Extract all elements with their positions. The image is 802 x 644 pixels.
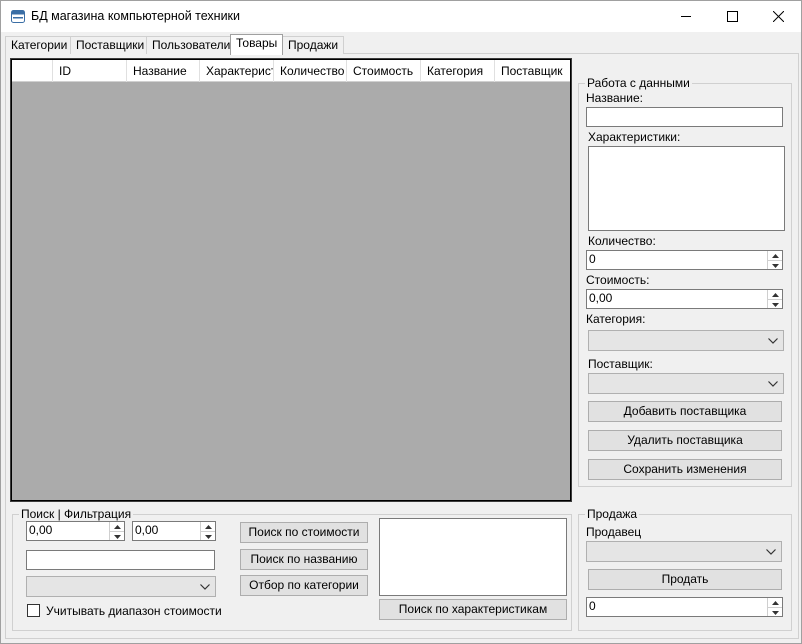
- search-by-characteristics-button[interactable]: Поиск по характеристикам: [379, 599, 567, 620]
- quantity-stepper[interactable]: 0: [586, 250, 783, 270]
- price-to-spin-arrows[interactable]: [200, 522, 215, 540]
- quantity-label: Количество:: [588, 234, 656, 248]
- app-window: БД магазина компьютерной техники Категор…: [0, 0, 802, 644]
- search-characteristics-textarea[interactable]: [379, 518, 567, 596]
- save-changes-button[interactable]: Сохранить изменения: [588, 459, 782, 480]
- use-price-range-checkbox[interactable]: [27, 604, 40, 617]
- arrow-up-icon: [772, 293, 779, 297]
- column-header-supplier[interactable]: Поставщик: [495, 60, 570, 82]
- maximize-icon: [727, 11, 738, 22]
- data-panel-legend: Работа с данными: [587, 76, 690, 90]
- window-title: БД магазина компьютерной техники: [31, 9, 241, 23]
- use-price-range-label: Учитывать диапазон стоимости: [46, 604, 222, 618]
- close-icon: [773, 11, 784, 22]
- price-from-spin-arrows[interactable]: [109, 522, 124, 540]
- remove-supplier-button[interactable]: Удалить поставщика: [588, 430, 782, 451]
- price-to-value: 0,00: [135, 523, 159, 537]
- category-combobox[interactable]: [588, 330, 784, 351]
- chevron-down-icon: [768, 338, 778, 344]
- chevron-down-icon: [200, 584, 210, 590]
- column-header-name[interactable]: Название: [127, 60, 200, 82]
- sale-quantity-stepper[interactable]: 0: [586, 597, 783, 617]
- supplier-combobox[interactable]: [588, 373, 784, 394]
- name-input[interactable]: [586, 107, 783, 127]
- price-label: Стоимость:: [586, 273, 650, 287]
- minimize-icon: [681, 16, 691, 17]
- column-header-price[interactable]: Стоимость: [347, 60, 421, 82]
- arrow-up-icon: [114, 525, 121, 529]
- arrow-down-icon: [772, 264, 779, 268]
- quantity-spin-arrows[interactable]: [767, 251, 782, 269]
- maximize-button[interactable]: [709, 1, 755, 32]
- search-by-name-button[interactable]: Поиск по названию: [240, 549, 368, 570]
- price-from-stepper[interactable]: 0,00: [26, 521, 125, 541]
- tab-products[interactable]: Товары: [230, 34, 284, 55]
- arrow-down-icon: [772, 303, 779, 307]
- row-header-corner: [12, 60, 53, 82]
- chevron-down-icon: [768, 381, 778, 387]
- supplier-label: Поставщик:: [588, 357, 653, 371]
- price-from-value: 0,00: [29, 523, 53, 537]
- category-label: Категория:: [586, 312, 646, 326]
- arrow-down-icon: [772, 611, 779, 615]
- sale-quantity-spin-arrows[interactable]: [767, 598, 782, 616]
- filter-by-category-button[interactable]: Отбор по категории: [240, 575, 368, 596]
- column-header-quantity[interactable]: Количество: [274, 60, 347, 82]
- tab-sales[interactable]: Продажи: [282, 36, 345, 54]
- price-spin-arrows[interactable]: [767, 290, 782, 308]
- price-to-stepper[interactable]: 0,00: [132, 521, 216, 541]
- tab-categories[interactable]: Категории: [5, 36, 74, 54]
- quantity-value: 0: [589, 252, 596, 266]
- seller-combobox[interactable]: [586, 541, 782, 562]
- sale-panel-legend: Продажа: [587, 507, 638, 521]
- arrow-down-icon: [205, 535, 212, 539]
- characteristics-textarea[interactable]: [588, 146, 785, 231]
- sale-quantity-value: 0: [589, 599, 596, 613]
- characteristics-label: Характеристики:: [588, 130, 681, 144]
- app-icon: [11, 10, 25, 23]
- name-label: Название:: [586, 91, 643, 105]
- title-bar: БД магазина компьютерной техники: [1, 1, 801, 32]
- price-value: 0,00: [589, 291, 613, 305]
- sell-button[interactable]: Продать: [588, 569, 782, 590]
- column-header-category[interactable]: Категория: [421, 60, 495, 82]
- minimize-button[interactable]: [663, 1, 709, 32]
- tab-users[interactable]: Пользователи: [146, 36, 237, 54]
- grid-header: ID Название Характерист Количество Стоим…: [12, 60, 570, 82]
- products-grid[interactable]: ID Название Характерист Количество Стоим…: [10, 58, 572, 502]
- arrow-up-icon: [205, 525, 212, 529]
- arrow-down-icon: [114, 535, 121, 539]
- arrow-up-icon: [772, 254, 779, 258]
- category-filter-combobox[interactable]: [26, 576, 216, 597]
- column-header-id[interactable]: ID: [53, 60, 127, 82]
- add-supplier-button[interactable]: Добавить поставщика: [588, 401, 782, 422]
- price-stepper[interactable]: 0,00: [586, 289, 783, 309]
- chevron-down-icon: [766, 549, 776, 555]
- seller-label: Продавец: [586, 525, 642, 539]
- search-by-price-button[interactable]: Поиск по стоимости: [240, 522, 368, 543]
- close-button[interactable]: [755, 1, 801, 32]
- arrow-up-icon: [772, 601, 779, 605]
- tab-suppliers[interactable]: Поставщики: [70, 36, 151, 54]
- search-name-input[interactable]: [26, 550, 215, 570]
- search-filter-legend: Поиск | Фильтрация: [21, 507, 132, 521]
- column-header-characteristics[interactable]: Характерист: [200, 60, 274, 82]
